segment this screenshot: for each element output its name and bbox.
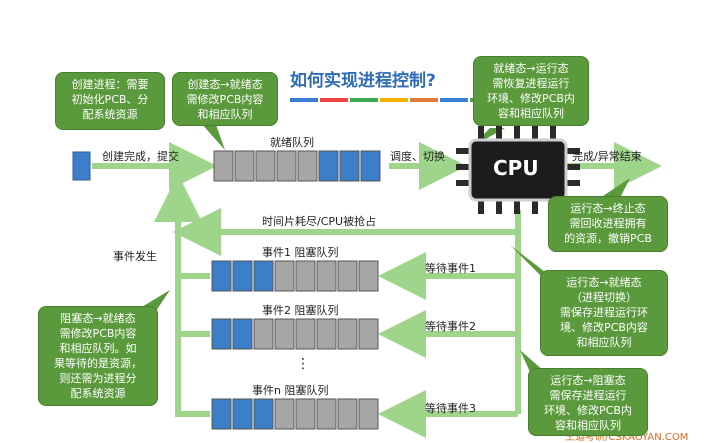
title-underline-segment [320, 98, 348, 102]
dispatch-label: 调度、切换 [390, 150, 445, 163]
ready-queue-cell [276, 150, 297, 182]
cpu-pin [478, 200, 484, 214]
block-queue-2-cell [316, 318, 337, 350]
ready-queue-cell [360, 150, 381, 182]
block-queue-n-cell [358, 398, 379, 430]
ready-queue-cell [234, 150, 255, 182]
cpu-label: CPU [493, 156, 539, 180]
title-underline-segment [380, 98, 408, 102]
callout-run-to-blocked: 运行态→阻塞态 需保存进程运行 环境、修改PCB内 容和相应队列 [528, 368, 648, 436]
block-queue-2-cell [295, 318, 316, 350]
arrow-event-occurs [175, 273, 210, 417]
ready-queue-cell [213, 150, 234, 182]
ready-queue-cell [339, 150, 360, 182]
block-queue-2-cell [337, 318, 358, 350]
callout-blocked-to-ready: 阻塞态→就绪态 需修改PCB内容 和相应队列。如 果等待的是资源， 则还需为进程… [38, 306, 158, 406]
callout-pointer-term [600, 178, 630, 198]
cpu-pin [496, 200, 502, 214]
block-queue-1-label: 事件1 阻塞队列 [262, 246, 339, 259]
block-queue-2-cell [274, 318, 295, 350]
block-queue-n [211, 398, 379, 430]
cpu-pin [514, 126, 520, 140]
block-queue-1-cell [316, 260, 337, 292]
finish-label: 完成/异常结束 [572, 150, 642, 163]
title-underline-segment [290, 98, 318, 102]
block-queue-1-cell [253, 260, 274, 292]
cpu-pin [566, 180, 580, 186]
callout-run-to-ready: 运行态→就绪态 （进程切换） 需保存进程运行环 境、修改PCB内容 和相应队列 [540, 270, 668, 356]
callout-pointer-ready [200, 122, 225, 150]
cpu-pin [478, 126, 484, 140]
cpu-pin [566, 164, 580, 170]
block-queue-2 [211, 318, 379, 350]
callout-create: 创建进程：需要 初始化PCB、分 配系统资源 [55, 72, 165, 130]
cpu-pin [456, 148, 470, 154]
page-title: 如何实现进程控制? [290, 71, 436, 91]
cpu-pin [456, 180, 470, 186]
block-queue-2-cell [232, 318, 253, 350]
block-queue-1-cell [232, 260, 253, 292]
ellipsis-label: ⋮ [296, 356, 310, 372]
block-queue-n-cell [337, 398, 358, 430]
block-queue-1-cell [358, 260, 379, 292]
cpu-pin [496, 126, 502, 140]
timeslice-label: 时间片耗尽/CPU被抢占 [262, 215, 377, 228]
block-queue-n-label: 事件n 阻塞队列 [252, 384, 329, 397]
block-queue-2-cell [358, 318, 379, 350]
block-queue-2-label: 事件2 阻塞队列 [262, 304, 339, 317]
wait-event-2-label: 等待事件2 [425, 320, 476, 333]
ready-queue-cell [318, 150, 339, 182]
title-underline-segment [410, 98, 438, 102]
cpu-pin [514, 200, 520, 214]
ready-queue-cell [297, 150, 318, 182]
ready-queue-label: 就绪队列 [270, 136, 314, 149]
wait-event-1-label: 等待事件1 [425, 262, 476, 275]
block-queue-1-cell [337, 260, 358, 292]
block-queue-1 [211, 260, 379, 292]
block-queue-n-cell [232, 398, 253, 430]
process-control-diagram: 如何实现进程控制? 创建完成，提交 就绪队列 调度、切换 CPU 完成/异常结束… [0, 0, 724, 443]
title-underline [290, 98, 498, 102]
cpu-pin [456, 164, 470, 170]
block-queue-n-cell [274, 398, 295, 430]
block-queue-n-cell [295, 398, 316, 430]
create-done-label: 创建完成，提交 [102, 150, 179, 163]
block-queue-2-cell [253, 318, 274, 350]
cpu-pin [550, 126, 556, 140]
callout-ready-to-run: 就绪态→运行态 需恢复进程运行 环境、修改PCB内 容和相应队列 [473, 56, 589, 126]
block-queue-2-cell [211, 318, 232, 350]
callout-created-to-ready: 创建态→就绪态 需修改PCB内容 和相应队列 [172, 72, 278, 126]
ready-queue [213, 150, 381, 182]
block-queue-n-cell [211, 398, 232, 430]
block-queue-1-cell [274, 260, 295, 292]
wait-event-3-label: 等待事件3 [425, 402, 476, 415]
title-underline-segment [440, 98, 468, 102]
title-underline-segment [350, 98, 378, 102]
ready-queue-cell [255, 150, 276, 182]
cpu-pin [532, 126, 538, 140]
event-occurs-label: 事件发生 [113, 250, 157, 263]
block-queue-1-cell [295, 260, 316, 292]
block-queue-n-cell [316, 398, 337, 430]
cpu-pin [532, 200, 538, 214]
block-queue-n-cell [253, 398, 274, 430]
new-process-block [72, 151, 91, 181]
callout-run-to-terminate: 运行态→终止态 需回收进程拥有 的资源，撤销PCB [548, 196, 668, 252]
block-queue-1-cell [211, 260, 232, 292]
